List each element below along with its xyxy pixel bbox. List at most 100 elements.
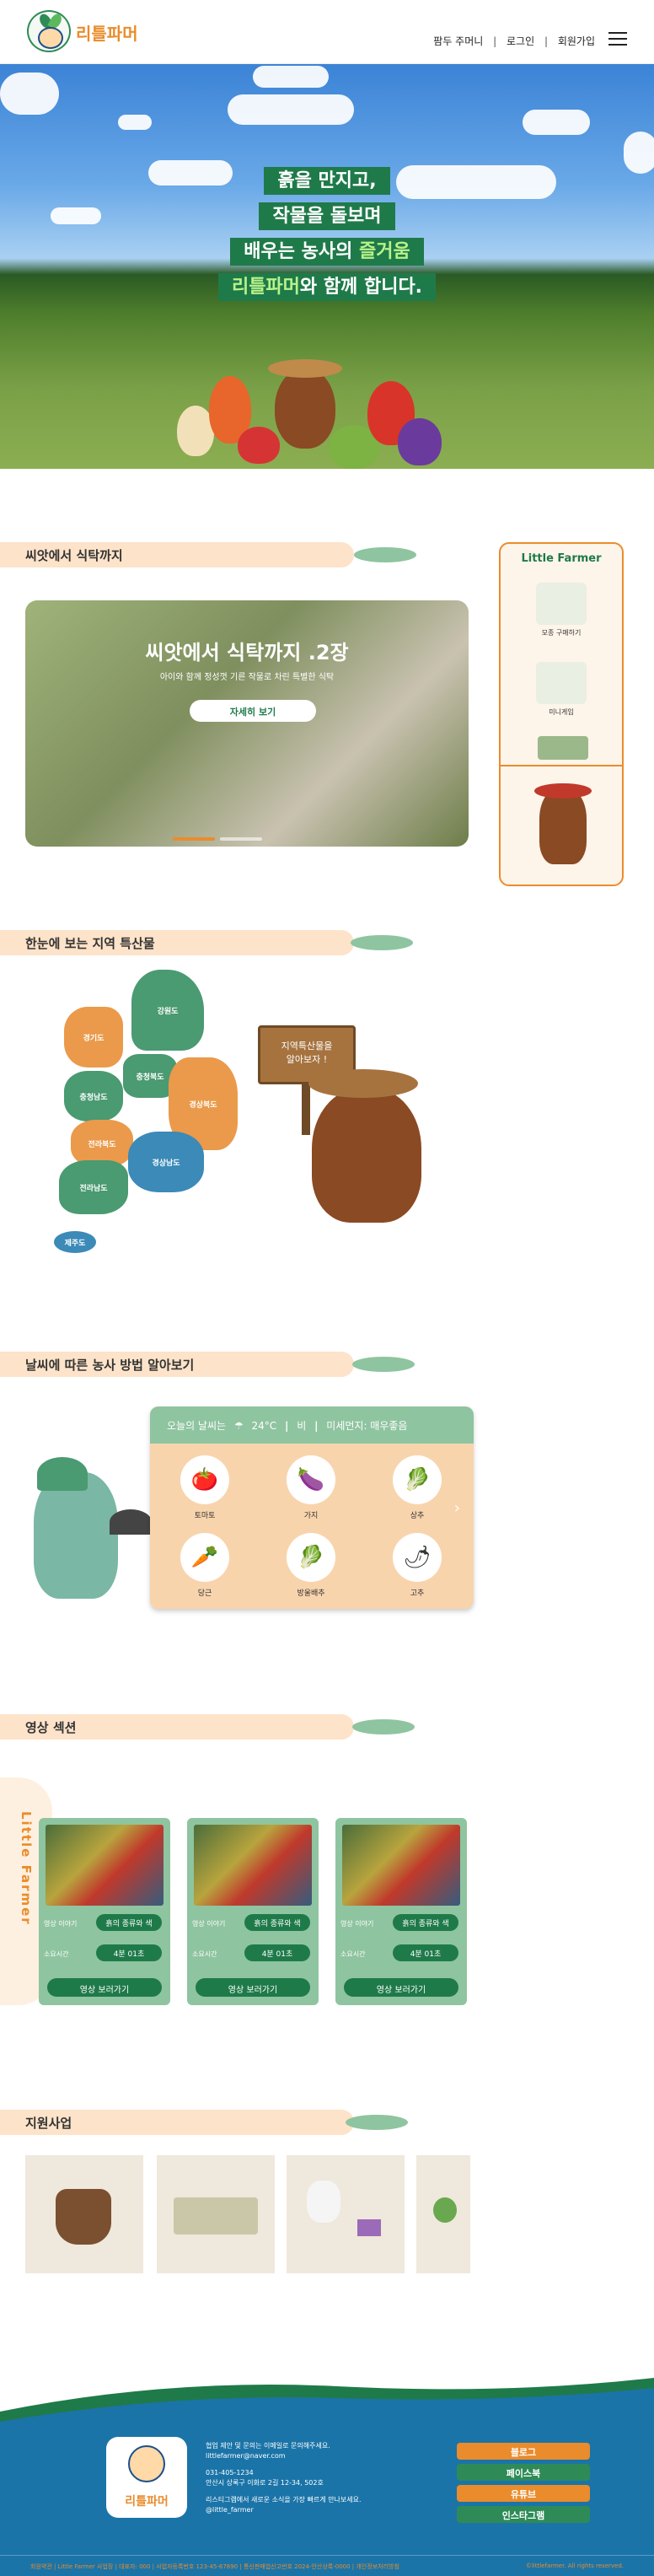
region-gyeongnam[interactable]: 경상남도 [128,1132,204,1192]
cloud-decoration [228,94,354,125]
plant-icon [536,662,587,704]
video-duration: 4분 01초 [96,1944,162,1961]
weather-bar: 오늘의 날씨는 ☂ 24°C | 비 | 미세먼지: 매우좋음 [150,1406,474,1444]
chevron-right-icon[interactable]: › [454,1499,460,1517]
leaf-decoration-icon [352,1357,415,1372]
side-item-seedling[interactable]: 모종 구매하기 [509,583,614,637]
region-gyeonggi[interactable]: 경기도 [64,1007,123,1068]
support-item-planter[interactable] [287,2155,405,2273]
section-title-videos: 영상 섹션 [0,1714,354,1740]
logo-mark-icon [27,10,71,52]
pepper-icon: 🌶 [393,1533,442,1582]
veg-carrot[interactable]: 🥕 당근 [179,1533,231,1598]
footer-address: 안산시 상록구 이화로 2길 12-34, 502호 [206,2479,324,2487]
region-jeju[interactable]: 제주도 [54,1231,96,1253]
footer-email[interactable]: littlefarmer@naver.com [206,2451,442,2461]
nav-divider: | [544,35,548,47]
red-hat-icon [534,783,592,799]
veg-eggplant[interactable]: 🍆 가지 [285,1455,337,1520]
support-item-kit[interactable] [157,2155,275,2273]
hero-banner: 흙을 만지고, 작물을 돌보며 배우는 농사의 즐거움 리틀파머와 함께 합니다… [0,64,654,469]
carousel-indicator[interactable] [173,828,274,841]
hero-line-3: 배우는 농사의 즐거움 [232,239,422,264]
site-header: 리틀파머 팜두 주머니 | 로그인 | 회원가입 [0,0,654,64]
support-item-pot[interactable] [25,2155,143,2273]
cloud-decoration [118,115,152,130]
video-card[interactable]: 영상 이야기 흙의 종류와 색 소요시간 4분 01초 영상 보러가기 [39,1818,170,2005]
video-thumbnail[interactable] [46,1825,164,1906]
site-logo[interactable]: 리틀파머 [27,10,145,52]
potato-mascot-icon[interactable] [539,788,587,864]
leaf-decoration-icon [346,2115,408,2130]
blog-button[interactable]: 블로그 [457,2443,590,2460]
nav-login-link[interactable]: 로그인 [507,35,534,47]
region-chungnam[interactable]: 충청남도 [64,1071,123,1121]
veg-tomato[interactable]: 🍅 토마토 [179,1455,231,1520]
hero-headline: 흙을 만지고, 작물을 돌보며 배우는 농사의 즐거움 리틀파머와 함께 합니다… [0,165,654,307]
video-thumbnail[interactable] [342,1825,460,1906]
footer-wave [0,2378,654,2428]
watch-video-button[interactable]: 영상 보러가기 [196,1978,310,1997]
video-tag: 흙의 종류와 색 [393,1914,458,1931]
weather-condition: 비 [297,1420,307,1432]
tomato-character-icon [238,427,280,464]
hamburger-icon[interactable] [608,32,627,46]
watch-video-button[interactable]: 영상 보러가기 [344,1978,458,1997]
detail-button[interactable]: 자세히 보기 [190,700,316,722]
hero-line-2: 작물을 돌보며 [260,204,394,229]
side-panel-title: Little Farmer [521,552,602,565]
video-duration: 4분 01초 [244,1944,310,1961]
rain-hat-icon [37,1457,88,1491]
straw-hat-icon [268,359,342,378]
weather-dust: 미세먼지: 매우좋음 [326,1420,408,1432]
leaf-decoration-icon [352,1719,415,1734]
section-title-regional-specialties: 한눈에 보는 지역 특산물 [0,930,354,955]
video-duration: 4분 01초 [393,1944,458,1961]
nav-divider: | [493,35,497,47]
veg-pepper[interactable]: 🌶 고추 [391,1533,443,1598]
footer-legal-links[interactable]: 회원약관 | Little Farmer 사업장 | 대표자: 000 | 사업… [30,2563,399,2570]
video-tag: 흙의 종류와 색 [244,1914,310,1931]
hero-line-1: 흙을 만지고, [265,169,389,193]
nav-signup-link[interactable]: 회원가입 [558,35,595,47]
youtube-button[interactable]: 유튜브 [457,2485,590,2502]
side-quick-panel: Little Farmer 모종 구매하기 미니게임 [499,542,624,886]
cloud-decoration [253,66,329,88]
cloud-decoration [0,73,59,115]
explorer-hat-icon [308,1069,418,1098]
section-title-weather-farming: 날씨에 따른 농사 방법 알아보기 [0,1352,354,1377]
region-gangwon[interactable]: 강원도 [131,970,204,1051]
hero-line-4: 리틀파머와 함께 합니다. [219,275,435,299]
lettuce-icon: 🥬 [393,1455,442,1504]
story-carousel-card[interactable]: 씨앗에서 식탁까지 .2장 아이와 함께 정성껏 기른 작물로 차린 특별한 식… [25,600,469,847]
card-subtitle: 아이와 함께 정성껏 기른 작물로 차린 특별한 식탁 [159,673,335,682]
video-card[interactable]: 영상 이야기 흙의 종류와 색 소요시간 4분 01초 영상 보러가기 [335,1818,467,2005]
footer-instagram-handle: @little_farmer [206,2506,254,2514]
copyright-text: ©littlefarmer. All rights reserved. [525,2563,624,2569]
field-image [538,736,588,760]
korea-map: 강원도 경기도 충청북도 충청남도 경상북도 전라북도 경상남도 전라남도 제주… [47,970,238,1253]
potato-farmer-character-icon [275,368,335,449]
copyright-bar: 회원약관 | Little Farmer 사업장 | 대표자: 000 | 사업… [0,2555,654,2576]
support-item-seedling[interactable] [416,2155,470,2273]
side-item-minigame[interactable]: 미니게임 [509,662,614,717]
eggplant-icon: 🍆 [287,1455,335,1504]
veg-lettuce[interactable]: 🥬 상추 [391,1455,443,1520]
region-jeonnam[interactable]: 전라남도 [59,1160,128,1214]
kit-box-icon [174,2197,258,2235]
section-title-seed-to-table: 씨앗에서 식탁까지 [0,542,354,567]
planter-icon [307,2181,340,2223]
video-card[interactable]: 영상 이야기 흙의 종류와 색 소요시간 4분 01초 영상 보러가기 [187,1818,319,2005]
veg-cabbage[interactable]: 🥬 방울배추 [285,1533,337,1598]
nav-pouch-link[interactable]: 팜두 주머니 [433,35,483,47]
leaf-decoration-icon [351,935,413,950]
raincoat-character-icon [34,1472,118,1599]
video-thumbnail[interactable] [194,1825,312,1906]
instagram-button[interactable]: 인스타그램 [457,2506,590,2523]
weather-label: 오늘의 날씨는 [167,1420,227,1432]
card-title: 씨앗에서 식탁까지 .2장 [145,641,349,664]
facebook-button[interactable]: 페이스북 [457,2464,590,2481]
tomato-icon: 🍅 [180,1455,229,1504]
watch-video-button[interactable]: 영상 보러가기 [47,1978,162,1997]
footer-logo[interactable]: 리틀파머 [106,2437,187,2518]
